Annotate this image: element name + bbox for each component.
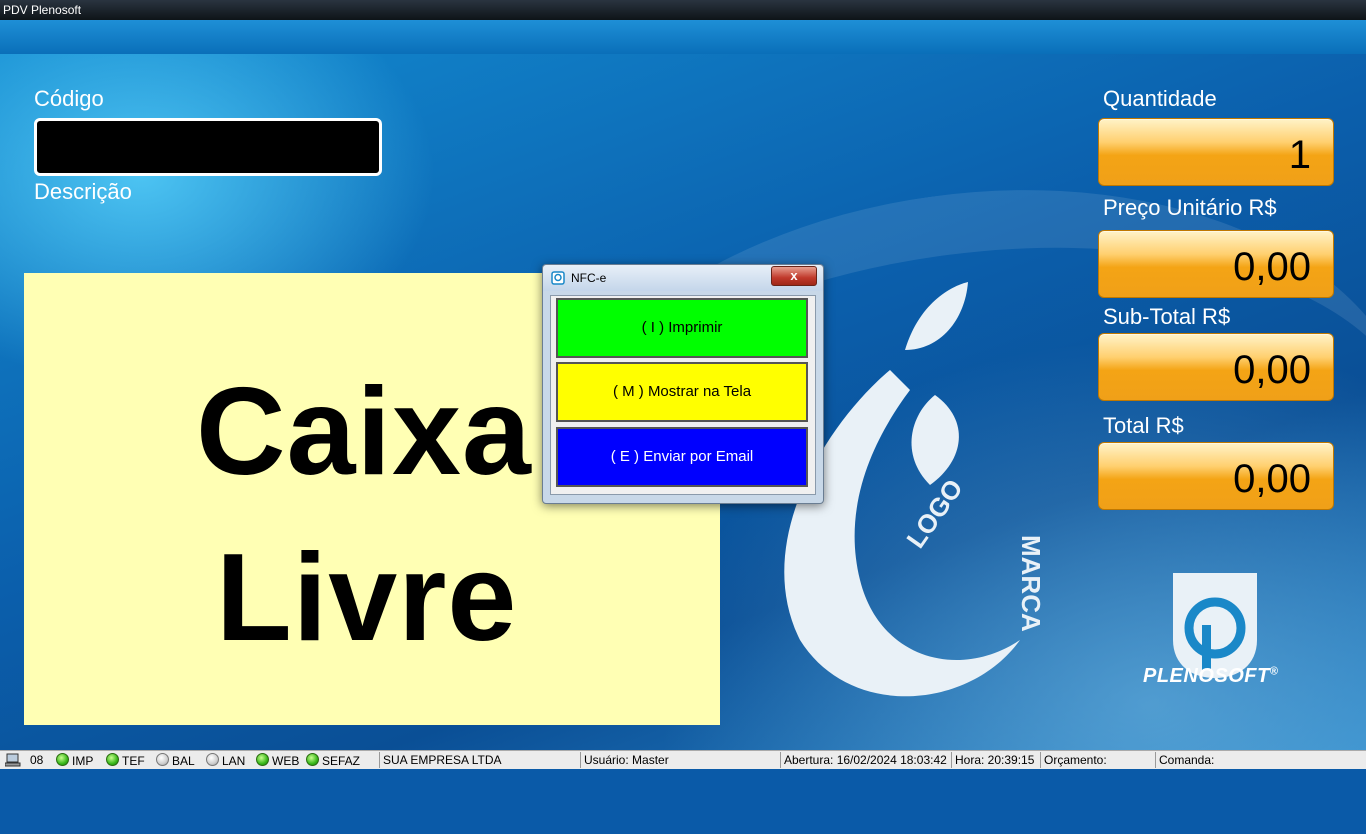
indicator-label: IMP — [72, 754, 94, 768]
status-divider — [1040, 752, 1041, 768]
registered-mark: ® — [1269, 665, 1279, 678]
led-icon — [306, 753, 319, 766]
mostrar-na-tela-button[interactable]: ( M ) Mostrar na Tela — [556, 362, 808, 422]
led-icon — [156, 753, 169, 766]
total-field: 0,00 — [1098, 442, 1334, 510]
indicator-lan: LAN — [206, 753, 245, 768]
status-text-line1: Caixa — [196, 363, 532, 501]
status-divider — [951, 752, 952, 768]
status-divider — [780, 752, 781, 768]
subtotal-label: Sub-Total R$ — [1103, 304, 1231, 329]
window-title: PDV Plenosoft — [3, 3, 82, 17]
dialog-title: NFC-e — [571, 271, 607, 285]
dialog-close-button[interactable]: x — [771, 266, 817, 286]
subtotal-field: 0,00 — [1098, 333, 1334, 401]
codigo-input[interactable] — [34, 118, 382, 176]
led-icon — [56, 753, 69, 766]
status-divider — [1155, 752, 1156, 768]
indicator-web: WEB — [256, 753, 299, 768]
status-divider — [379, 752, 380, 768]
dialog-body: ( I ) Imprimir ( M ) Mostrar na Tela ( E… — [550, 295, 816, 495]
preco-unitario-label: Preço Unitário R$ — [1103, 195, 1277, 220]
empresa-name: SUA EMPRESA LTDA — [383, 753, 502, 767]
terminal-number: 08 — [30, 753, 44, 767]
status-bar: 08 IMP TEF BAL LAN WEB SEFAZ SUA EMPRESA… — [0, 750, 1366, 769]
window-titlebar: PDV Plenosoft — [0, 0, 1366, 20]
app-icon — [551, 271, 565, 285]
indicator-label: LAN — [222, 754, 246, 768]
dialog-titlebar: NFC-e x — [543, 265, 823, 291]
abertura-info: Abertura: 16/02/2024 18:03:42 — [784, 753, 947, 767]
plenosoft-brand-text: PLENOSOFT — [1143, 665, 1270, 687]
codigo-label: Código — [34, 86, 104, 111]
indicator-tef: TEF — [106, 753, 145, 768]
top-strip — [0, 20, 1366, 54]
status-divider — [580, 752, 581, 768]
indicator-sefaz: SEFAZ — [306, 753, 360, 768]
enviar-por-email-button[interactable]: ( E ) Enviar por Email — [556, 427, 808, 487]
hora-info: Hora: 20:39:15 — [955, 753, 1035, 767]
led-icon — [256, 753, 269, 766]
comanda-info: Comanda: — [1159, 753, 1215, 767]
status-text-line2: Livre — [216, 529, 518, 667]
indicator-label: BAL — [172, 754, 195, 768]
plenosoft-brand: PLENOSOFT® — [1143, 665, 1278, 688]
marca-text: MARCA — [1016, 535, 1046, 632]
imprimir-button[interactable]: ( I ) Imprimir — [556, 298, 808, 358]
computer-icon — [5, 753, 21, 767]
preco-unitario-field: 0,00 — [1098, 230, 1334, 298]
indicator-imp: IMP — [56, 753, 93, 768]
indicator-bal: BAL — [156, 753, 195, 768]
nfce-dialog: NFC-e x ( I ) Imprimir ( M ) Mostrar na … — [542, 264, 824, 504]
total-label: Total R$ — [1103, 413, 1184, 438]
led-icon — [106, 753, 119, 766]
usuario-info: Usuário: Master — [584, 753, 669, 767]
indicator-label: WEB — [272, 754, 300, 768]
orcamento-info: Orçamento: — [1044, 753, 1107, 767]
quantidade-label: Quantidade — [1103, 86, 1217, 111]
quantidade-field: 1 — [1098, 118, 1334, 186]
logo-text: LOGO — [900, 474, 968, 554]
indicator-label: TEF — [122, 754, 145, 768]
led-icon — [206, 753, 219, 766]
indicator-label: SEFAZ — [322, 754, 361, 768]
descricao-label: Descrição — [34, 179, 132, 204]
